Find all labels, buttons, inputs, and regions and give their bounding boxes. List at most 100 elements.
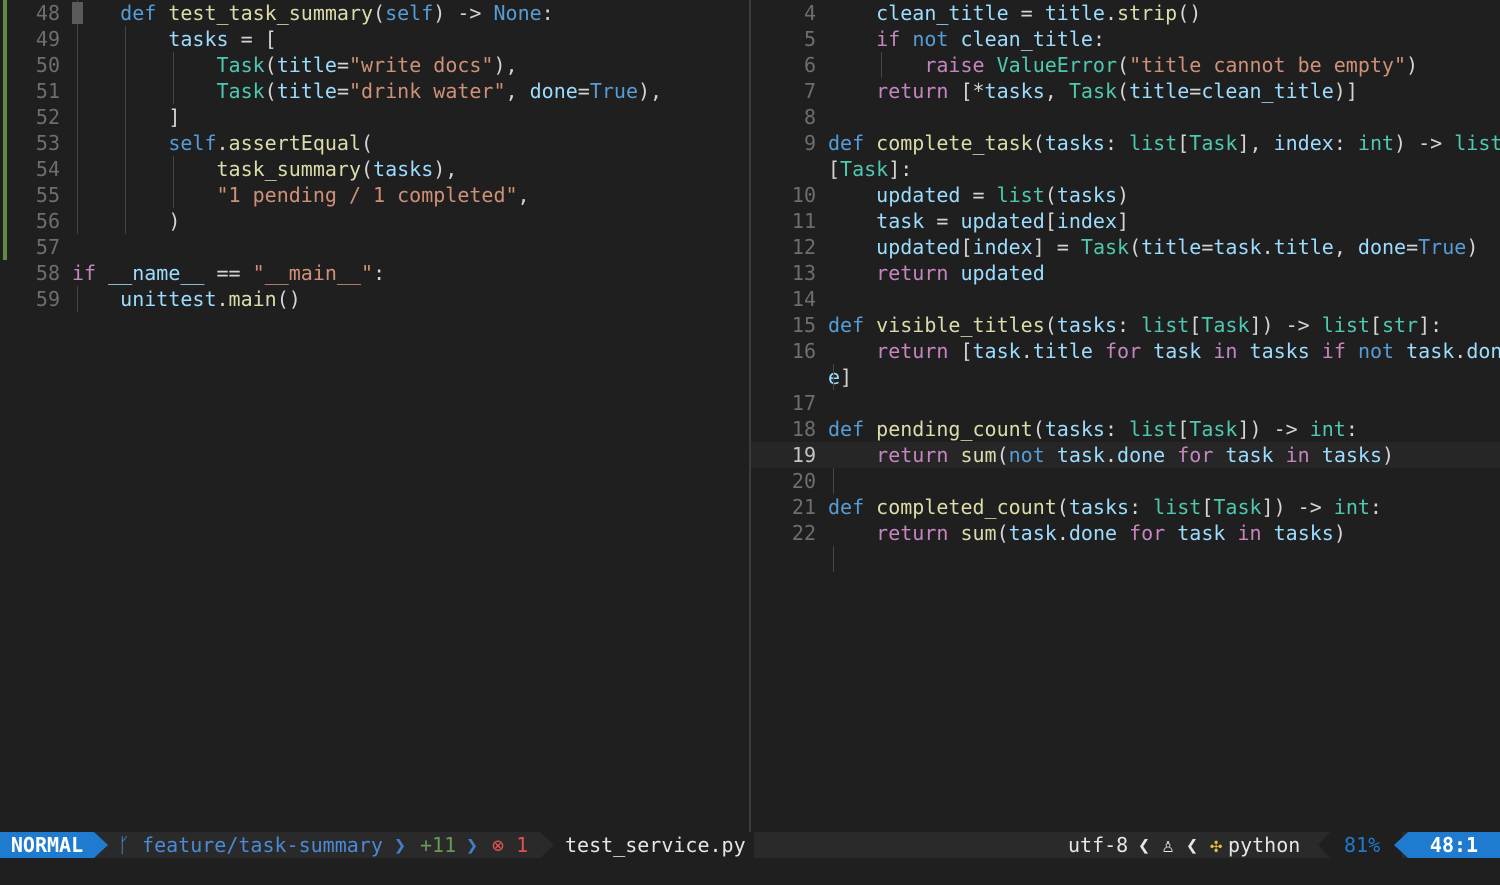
indent-guide — [881, 52, 883, 78]
code-token: tasks — [1044, 131, 1105, 155]
code-line[interactable]: 10 updated = list(tasks) — [751, 182, 1500, 208]
code-token: task — [972, 339, 1021, 363]
line-number: 4 — [803, 1, 816, 25]
code-token: e — [828, 365, 841, 389]
code-line[interactable]: 18 def pending_count(tasks: list[Task]) -… — [751, 416, 1500, 442]
editor-pane-left[interactable]: 48 def test_task_summary(self) -> None: 4… — [0, 0, 749, 832]
code-line[interactable]: 5 if not clean_title: — [751, 26, 1500, 52]
code-token: ) -> — [433, 1, 494, 25]
code-line[interactable]: 11 task = updated[index] — [751, 208, 1500, 234]
code-token: index — [1056, 209, 1118, 233]
code-line[interactable]: 19 return sum(not task.done for task in … — [751, 442, 1500, 468]
code-token: title — [276, 79, 337, 103]
code-token: [ — [1189, 313, 1202, 337]
code-token: [* — [948, 79, 985, 103]
code-token: . — [1454, 339, 1467, 363]
code-token: Task — [1068, 79, 1118, 103]
code-token: list — [1129, 417, 1178, 441]
code-token: Task — [1189, 417, 1238, 441]
code-line[interactable]: 57 — [0, 234, 749, 260]
code-line[interactable]: 12 updated[index] = Task(title=task.titl… — [751, 234, 1500, 260]
code-token: () — [1177, 1, 1202, 25]
line-number: 17 — [791, 391, 816, 415]
line-number: 56 — [35, 209, 60, 233]
code-line[interactable]: 55 "1 pending / 1 completed", — [0, 182, 749, 208]
code-line[interactable]: 6 raise ValueError("title cannot be empt… — [751, 52, 1500, 78]
code-token: list — [996, 183, 1045, 207]
python-icon: ✣ — [1210, 833, 1223, 857]
code-line[interactable]: 13 return updated — [751, 260, 1500, 286]
line-number: 8 — [803, 105, 816, 129]
code-token: , — [505, 79, 530, 103]
code-token: . — [216, 131, 229, 155]
code-line[interactable]: 17 — [751, 390, 1500, 416]
code-token: : — [1104, 131, 1130, 155]
error-circle-icon: ⊗ — [492, 833, 517, 857]
code-token: ( — [361, 131, 374, 155]
code-line[interactable]: 52 ] — [0, 104, 749, 130]
code-token: True — [1418, 235, 1467, 259]
code-line[interactable]: 22 return sum(task.done for task in task… — [751, 520, 1500, 546]
code-token: def — [828, 417, 865, 441]
code-token: return — [876, 79, 949, 103]
line-number: 15 — [791, 313, 816, 337]
code-token: return — [876, 339, 949, 363]
code-token: )] — [1333, 79, 1358, 103]
code-token: updated — [960, 261, 1045, 285]
indent-guide — [833, 364, 834, 390]
code-token: not — [912, 27, 949, 51]
editor-pane-right[interactable]: 4 clean_title = title.strip() 5 if not cl… — [751, 0, 1500, 832]
code-line[interactable]: e] — [751, 364, 1500, 390]
code-line[interactable]: 4 clean_title = title.strip() — [751, 0, 1500, 26]
code-token: = — [1406, 235, 1419, 259]
code-line[interactable]: 15 def visible_titles(tasks: list[Task]) … — [751, 312, 1500, 338]
code-text: task = updated[index] — [828, 208, 1129, 234]
indent-guide — [125, 26, 127, 234]
code-line[interactable]: 20 — [751, 468, 1500, 494]
code-line[interactable]: 48 def test_task_summary(self) -> None: — [0, 0, 749, 26]
file-language[interactable]: ✣ python — [1210, 832, 1300, 858]
code-token: : — [1129, 495, 1154, 519]
code-text: if not clean_title: — [828, 26, 1105, 52]
code-line[interactable]: [Task]: — [751, 156, 1500, 182]
code-line[interactable]: 58 if __name__ == "__main__": — [0, 260, 749, 286]
code-token: self — [168, 131, 217, 155]
code-line[interactable]: 8 — [751, 104, 1500, 130]
code-token: ( — [1129, 235, 1142, 259]
code-token: tasks — [1044, 417, 1105, 441]
code-token: title — [1129, 79, 1190, 103]
code-line[interactable]: 51 Task(title="drink water", done=True), — [0, 78, 749, 104]
git-branch[interactable]: ᚴ feature/task-summary — [118, 832, 383, 858]
code-line[interactable]: 7 return [*tasks, Task(title=clean_title… — [751, 78, 1500, 104]
diagnostics-errors[interactable]: ⊗ 1 — [492, 832, 528, 858]
code-line[interactable]: 50 Task(title="write docs"), — [0, 52, 749, 78]
code-line[interactable]: 49 tasks = [ — [0, 26, 749, 52]
code-line[interactable]: 9 def complete_task(tasks: list[Task], in… — [751, 130, 1500, 156]
code-line[interactable]: 54 task_summary(tasks), — [0, 156, 749, 182]
code-token: "__main__" — [252, 261, 374, 285]
code-line[interactable]: 21 def completed_count(tasks: list[Task])… — [751, 494, 1500, 520]
code-line[interactable]: 14 — [751, 286, 1500, 312]
code-line[interactable]: 16 return [task.title for task in tasks … — [751, 338, 1500, 364]
command-line[interactable] — [0, 858, 1500, 885]
code-token: self — [385, 1, 434, 25]
code-line[interactable]: 59 unittest.main() — [0, 286, 749, 312]
code-token: = — [1008, 1, 1045, 25]
code-line[interactable]: 56 ) — [0, 208, 749, 234]
file-encoding[interactable]: utf-8 — [1068, 832, 1128, 858]
code-line[interactable]: 53 self.assertEqual( — [0, 130, 749, 156]
code-token: def — [828, 131, 865, 155]
